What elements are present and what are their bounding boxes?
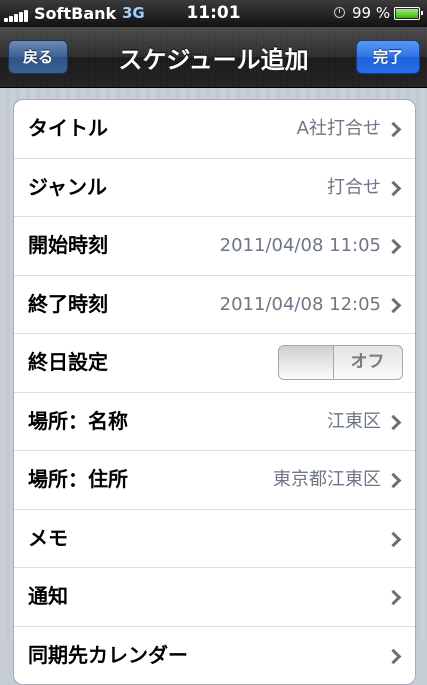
row-value: 2011/04/08 11:05	[219, 235, 381, 256]
toggle-state-label: オフ	[350, 352, 385, 372]
done-button[interactable]: 完了	[356, 40, 420, 74]
battery-percent: 99 %	[352, 4, 391, 22]
row-sync-calendar[interactable]: 同期先カレンダー	[14, 627, 415, 685]
row-location-name[interactable]: 場所：名称 江東区	[14, 393, 415, 451]
chevron-right-icon	[385, 414, 402, 430]
row-all-day: 終日設定 オフ	[14, 334, 415, 393]
row-value: 江東区	[327, 410, 381, 432]
clock-icon	[334, 7, 345, 18]
row-memo[interactable]: メモ	[14, 510, 415, 568]
chevron-right-icon	[385, 589, 402, 606]
chevron-right-icon	[385, 531, 402, 547]
navigation-bar: 戻る スケジュール追加 完了	[0, 27, 427, 88]
chevron-right-icon	[385, 648, 402, 664]
row-label: タイトル	[28, 116, 108, 140]
row-location-address[interactable]: 場所：住所 東京都江東区	[14, 451, 415, 510]
chevron-right-icon	[385, 297, 402, 313]
schedule-form-group: タイトル A社打合せ ジャンル 打合せ 開始時刻 2011/04/08 11:0…	[13, 99, 416, 685]
row-label: 場所：名称	[28, 408, 128, 433]
row-start-time[interactable]: 開始時刻 2011/04/08 11:05	[14, 217, 415, 276]
row-notification[interactable]: 通知	[14, 568, 415, 627]
row-value: 2011/04/08 12:05	[219, 293, 381, 315]
chevron-right-icon	[385, 472, 402, 489]
row-label: 開始時刻	[28, 233, 108, 257]
row-label: ジャンル	[28, 174, 107, 199]
status-bar: SoftBank 3G 11:01 99 %	[0, 0, 427, 27]
all-day-toggle[interactable]: オフ	[278, 345, 403, 380]
row-label: 終了時刻	[28, 291, 108, 316]
battery-icon	[394, 7, 423, 20]
row-label: 場所：住所	[28, 467, 128, 491]
row-label: 終日設定	[28, 350, 108, 374]
chevron-right-icon	[385, 180, 402, 196]
row-title[interactable]: タイトル A社打合せ	[14, 100, 415, 159]
row-value: 東京都江東区	[273, 469, 381, 490]
form-scroll-area[interactable]: タイトル A社打合せ ジャンル 打合せ 開始時刻 2011/04/08 11:0…	[0, 88, 427, 685]
row-label: メモ	[28, 525, 68, 550]
row-label: 同期先カレンダー	[28, 642, 188, 667]
row-label: 通知	[28, 584, 68, 608]
chevron-right-icon	[385, 238, 402, 255]
row-end-time[interactable]: 終了時刻 2011/04/08 12:05	[14, 276, 415, 334]
row-value: 打合せ	[327, 176, 381, 198]
row-value: A社打合せ	[296, 118, 381, 139]
chevron-right-icon	[385, 121, 402, 138]
row-genre[interactable]: ジャンル 打合せ	[14, 159, 415, 217]
toggle-knob[interactable]	[279, 346, 334, 379]
